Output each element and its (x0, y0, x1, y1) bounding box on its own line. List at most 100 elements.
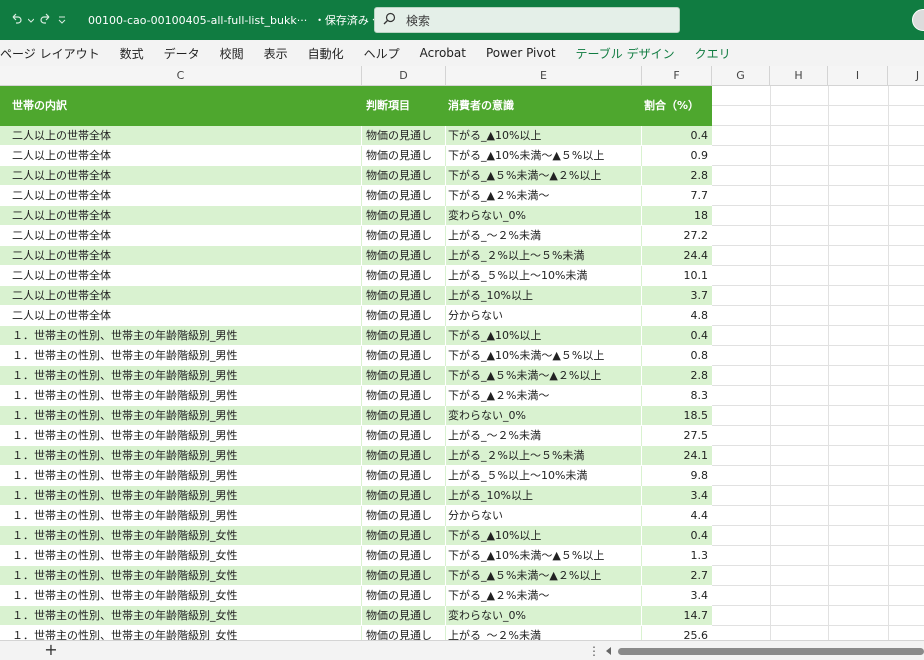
cell-household[interactable]: 二人以上の世帯全体 (0, 146, 362, 166)
cell-perception[interactable]: 下がる_▲10%未満～▲５%以上 (446, 346, 642, 366)
cell-ratio[interactable]: 24.4 (642, 246, 712, 266)
cell-perception[interactable]: 下がる_▲10%未満～▲５%以上 (446, 546, 642, 566)
cell-perception[interactable]: 下がる_▲10%未満～▲５%以上 (446, 146, 642, 166)
cell-household[interactable]: １．世帯主の性別、世帯主の年齢階級別_男性 (0, 386, 362, 406)
column-header-d[interactable]: D (362, 66, 446, 86)
header-household-breakdown[interactable]: 世帯の内訳 (12, 86, 67, 126)
cell-ratio[interactable]: 3.7 (642, 286, 712, 306)
cell-ratio[interactable]: 14.7 (642, 606, 712, 626)
cell-household[interactable]: １．世帯主の性別、世帯主の年齢階級別_男性 (0, 326, 362, 346)
cell-household[interactable]: １．世帯主の性別、世帯主の年齢階級別_男性 (0, 406, 362, 426)
cell-household[interactable]: １．世帯主の性別、世帯主の年齢階級別_男性 (0, 366, 362, 386)
cell-household[interactable]: 二人以上の世帯全体 (0, 266, 362, 286)
cell-ratio[interactable]: 27.5 (642, 426, 712, 446)
cell-ratio[interactable]: 4.8 (642, 306, 712, 326)
column-header-h[interactable]: H (770, 66, 828, 86)
cell-household[interactable]: １．世帯主の性別、世帯主の年齢階級別_女性 (0, 546, 362, 566)
cell-judgment[interactable]: 物価の見通し (362, 506, 446, 526)
cell-perception[interactable]: 分からない (446, 506, 642, 526)
cell-household[interactable]: １．世帯主の性別、世帯主の年齢階級別_女性 (0, 626, 362, 640)
cell-perception[interactable]: 下がる_▲５%未満～▲２%以上 (446, 566, 642, 586)
cell-perception[interactable]: 下がる_▲10%以上 (446, 326, 642, 346)
cell-household[interactable]: 二人以上の世帯全体 (0, 166, 362, 186)
file-name[interactable]: 00100-cao-00100405-all-full-list_bukk··· (88, 14, 307, 27)
cell-judgment[interactable]: 物価の見通し (362, 246, 446, 266)
cell-ratio[interactable]: 0.8 (642, 346, 712, 366)
cell-judgment[interactable]: 物価の見通し (362, 326, 446, 346)
undo-icon[interactable] (10, 13, 22, 28)
cell-household[interactable]: 二人以上の世帯全体 (0, 306, 362, 326)
tab-help[interactable]: ヘルプ (364, 45, 400, 62)
cell-household[interactable]: 二人以上の世帯全体 (0, 226, 362, 246)
cell-perception[interactable]: 上がる_～２%未満 (446, 626, 642, 640)
cell-household[interactable]: １．世帯主の性別、世帯主の年齢階級別_男性 (0, 486, 362, 506)
cell-perception[interactable]: 上がる_～２%未満 (446, 426, 642, 446)
cell-judgment[interactable]: 物価の見通し (362, 206, 446, 226)
header-ratio[interactable]: 割合（%） (644, 86, 699, 126)
cell-ratio[interactable]: 3.4 (642, 486, 712, 506)
cell-perception[interactable]: 下がる_▲５%未満～▲２%以上 (446, 366, 642, 386)
cell-perception[interactable]: 下がる_▲２%未満～ (446, 186, 642, 206)
cell-household[interactable]: １．世帯主の性別、世帯主の年齢階級別_女性 (0, 566, 362, 586)
cell-judgment[interactable]: 物価の見通し (362, 446, 446, 466)
cell-judgment[interactable]: 物価の見通し (362, 226, 446, 246)
cell-household[interactable]: 二人以上の世帯全体 (0, 206, 362, 226)
empty-cells[interactable] (712, 86, 924, 640)
cell-judgment[interactable]: 物価の見通し (362, 566, 446, 586)
save-status[interactable]: • 保存済み (317, 12, 380, 28)
cell-ratio[interactable]: 2.8 (642, 366, 712, 386)
cell-perception[interactable]: 下がる_▲５%未満～▲２%以上 (446, 166, 642, 186)
cell-judgment[interactable]: 物価の見通し (362, 346, 446, 366)
horizontal-scrollbar[interactable] (618, 648, 924, 655)
cell-ratio[interactable]: 1.3 (642, 546, 712, 566)
tab-power-pivot[interactable]: Power Pivot (486, 46, 556, 60)
column-header-j[interactable]: J (888, 66, 924, 86)
cell-perception[interactable]: 変わらない_0% (446, 606, 642, 626)
column-header-e[interactable]: E (446, 66, 642, 86)
cell-judgment[interactable]: 物価の見通し (362, 386, 446, 406)
tab-table-design[interactable]: テーブル デザイン (576, 45, 675, 62)
cell-judgment[interactable]: 物価の見通し (362, 486, 446, 506)
cell-judgment[interactable]: 物価の見通し (362, 606, 446, 626)
column-header-c[interactable]: C (0, 66, 362, 86)
worksheet-grid[interactable]: 世帯の内訳 判断項目 消費者の意識 割合（%） 二人以上の世帯全体 物価の見通し下… (0, 86, 924, 640)
cell-judgment[interactable]: 物価の見通し (362, 266, 446, 286)
tab-page-layout[interactable]: ページ レイアウト (0, 45, 100, 62)
cell-perception[interactable]: 下がる_▲10%以上 (446, 526, 642, 546)
cell-ratio[interactable]: 0.4 (642, 126, 712, 146)
cell-ratio[interactable]: 2.7 (642, 566, 712, 586)
cell-judgment[interactable]: 物価の見通し (362, 406, 446, 426)
add-sheet-icon[interactable]: + (42, 641, 60, 660)
cell-perception[interactable]: 変わらない_0% (446, 206, 642, 226)
cell-judgment[interactable]: 物価の見通し (362, 626, 446, 640)
more-sheets-icon[interactable]: ⋮ (588, 641, 600, 660)
cell-perception[interactable]: 上がる_２%以上～５%未満 (446, 246, 642, 266)
cell-perception[interactable]: 上がる_10%以上 (446, 486, 642, 506)
cell-ratio[interactable]: 3.4 (642, 586, 712, 606)
qat-dropdown-icon[interactable] (27, 13, 35, 27)
tab-data[interactable]: データ (164, 45, 200, 62)
cell-perception[interactable]: 変わらない_0% (446, 406, 642, 426)
cell-household[interactable]: １．世帯主の性別、世帯主の年齢階級別_男性 (0, 446, 362, 466)
cell-household[interactable]: １．世帯主の性別、世帯主の年齢階級別_女性 (0, 606, 362, 626)
cell-ratio[interactable]: 10.1 (642, 266, 712, 286)
tab-acrobat[interactable]: Acrobat (420, 46, 466, 60)
cell-household[interactable]: 二人以上の世帯全体 (0, 126, 362, 146)
cell-household[interactable]: １．世帯主の性別、世帯主の年齢階級別_男性 (0, 346, 362, 366)
cell-judgment[interactable]: 物価の見通し (362, 586, 446, 606)
cell-ratio[interactable]: 24.1 (642, 446, 712, 466)
cell-ratio[interactable]: 2.8 (642, 166, 712, 186)
cell-ratio[interactable]: 0.4 (642, 326, 712, 346)
cell-household[interactable]: 二人以上の世帯全体 (0, 186, 362, 206)
cell-judgment[interactable]: 物価の見通し (362, 546, 446, 566)
cell-household[interactable]: １．世帯主の性別、世帯主の年齢階級別_男性 (0, 466, 362, 486)
cell-household[interactable]: １．世帯主の性別、世帯主の年齢階級別_男性 (0, 506, 362, 526)
column-header-f[interactable]: F (642, 66, 712, 86)
cell-perception[interactable]: 上がる_２%以上～５%未満 (446, 446, 642, 466)
cell-perception[interactable]: 上がる_５%以上～10%未満 (446, 266, 642, 286)
cell-judgment[interactable]: 物価の見通し (362, 126, 446, 146)
cell-household[interactable]: １．世帯主の性別、世帯主の年齢階級別_女性 (0, 586, 362, 606)
cell-ratio[interactable]: 7.7 (642, 186, 712, 206)
cell-perception[interactable]: 分からない (446, 306, 642, 326)
tab-query[interactable]: クエリ (695, 45, 731, 62)
